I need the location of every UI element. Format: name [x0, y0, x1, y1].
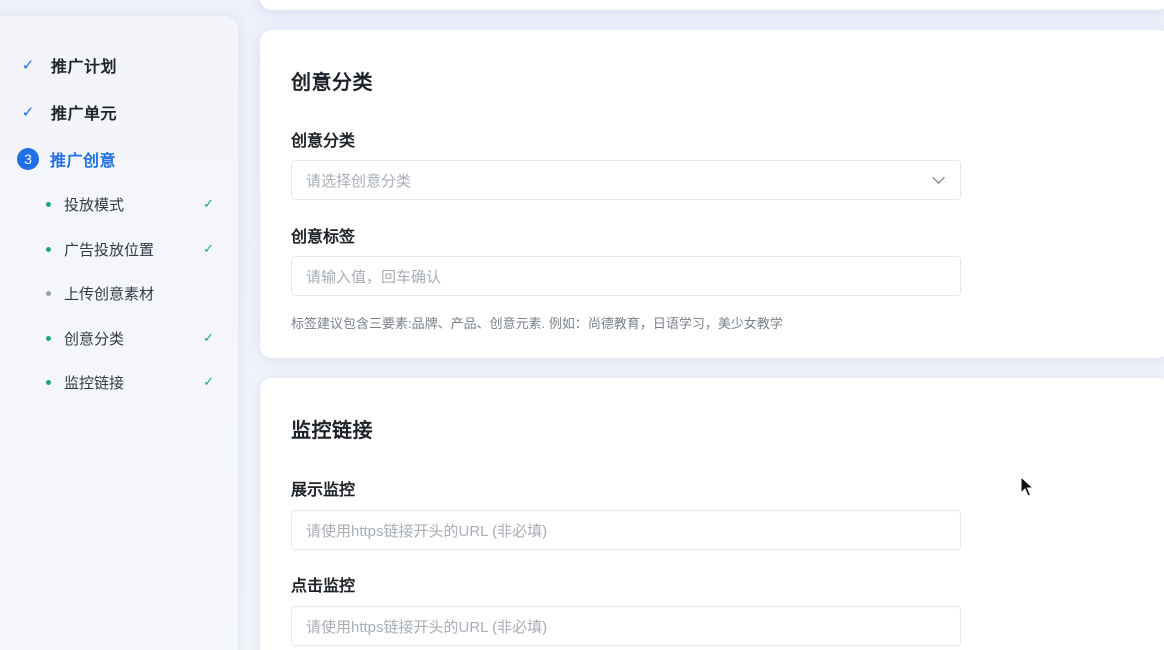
step-promotion-creative[interactable]: 3 推广创意 — [16, 146, 116, 172]
section-title: 创意分类 — [291, 72, 373, 94]
tags-input[interactable]: 请输入值，回车确认 — [291, 256, 961, 296]
tags-input-placeholder: 请输入值，回车确认 — [306, 268, 442, 286]
sub-item-label: 创意分类 — [64, 330, 125, 348]
section-title: 监控链接 — [291, 420, 373, 442]
sub-item-label: 上传创意素材 — [64, 285, 155, 303]
sub-item-upload-material[interactable]: 上传创意素材 — [46, 282, 214, 304]
category-select-placeholder: 请选择创意分类 — [306, 172, 412, 190]
status-dot — [46, 290, 51, 296]
check-icon: ✓ — [203, 330, 214, 345]
sub-item-delivery-mode[interactable]: 投放模式 ✓ — [46, 193, 214, 215]
monitor-link-card: 监控链接 展示监控 请使用https链接开头的URL (非必填) 点击监控 请使… — [260, 378, 1164, 650]
step-label: 推广计划 — [51, 59, 118, 76]
chevron-down-icon — [932, 171, 945, 184]
impression-monitor-placeholder: 请使用https链接开头的URL (非必填) — [306, 522, 548, 540]
impression-monitor-input[interactable]: 请使用https链接开头的URL (非必填) — [291, 510, 961, 550]
status-dot — [46, 335, 51, 341]
step-number-badge: 3 — [17, 148, 39, 170]
step-label: 推广创意 — [50, 153, 117, 170]
check-icon: ✓ — [21, 57, 35, 74]
status-dot — [46, 246, 51, 252]
step-promotion-unit[interactable]: ✓ 推广单元 — [16, 99, 117, 125]
impression-monitor-label: 展示监控 — [291, 482, 356, 499]
click-monitor-label: 点击监控 — [291, 578, 356, 595]
check-icon: ✓ — [203, 374, 214, 389]
click-monitor-input[interactable]: 请使用https链接开头的URL (非必填) — [291, 606, 961, 646]
status-dot — [46, 379, 51, 385]
click-monitor-placeholder: 请使用https链接开头的URL (非必填) — [306, 618, 548, 636]
check-icon: ✓ — [203, 196, 214, 211]
sub-item-label: 广告投放位置 — [64, 241, 155, 259]
category-select[interactable]: 请选择创意分类 — [291, 160, 961, 200]
steps-sidebar: ✓ 推广计划 ✓ 推广单元 3 推广创意 投放模式 ✓ 广告投放位置 ✓ 上传创… — [0, 16, 238, 650]
sub-item-label: 投放模式 — [64, 196, 125, 214]
check-icon: ✓ — [21, 104, 35, 121]
previous-section-card — [260, 0, 1164, 10]
step-label: 推广单元 — [51, 106, 118, 123]
check-icon: ✓ — [203, 241, 214, 256]
creative-category-card: 创意分类 创意分类 请选择创意分类 创意标签 请输入值，回车确认 标签建议包含三… — [260, 30, 1164, 358]
tags-field-label: 创意标签 — [291, 229, 356, 246]
tags-hint: 标签建议包含三要素:品牌、产品、创意元素. 例如：尚德教育，日语学习，美少女教学 — [291, 316, 783, 331]
step-promotion-plan[interactable]: ✓ 推广计划 — [16, 52, 117, 78]
sub-item-ad-placement[interactable]: 广告投放位置 ✓ — [46, 238, 214, 260]
sub-item-creative-category[interactable]: 创意分类 ✓ — [46, 327, 214, 349]
mouse-cursor-icon — [1020, 476, 1034, 497]
category-field-label: 创意分类 — [291, 133, 356, 150]
status-dot — [46, 201, 51, 207]
sub-item-monitor-link[interactable]: 监控链接 ✓ — [46, 371, 214, 393]
sub-item-label: 监控链接 — [64, 374, 125, 392]
